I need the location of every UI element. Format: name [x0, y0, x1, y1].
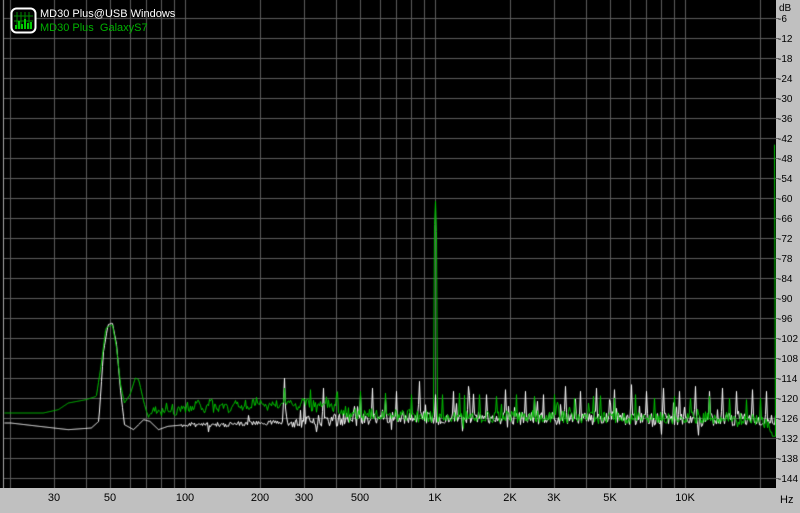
y-tick-label: -78 [778, 254, 792, 265]
x-tick-label: 1K [428, 492, 441, 504]
x-axis-unit-label: Hz [780, 494, 793, 506]
x-tick-label: 300 [295, 492, 313, 504]
y-tick-label: -6 [778, 14, 787, 25]
y-tick-label: -96 [778, 314, 792, 325]
y-tick-label: -42 [778, 134, 792, 145]
y-tick-label: -90 [778, 294, 792, 305]
y-tick-label: -120 [778, 394, 798, 405]
y-tick-label: -144 [778, 474, 798, 485]
x-tick-label: 5K [603, 492, 616, 504]
y-axis-strip: dB Hz -6 -12 -18 -24 -30 -36 -42 -48 -54 -60 -66 -7… [776, 0, 800, 513]
x-tick-label: 2K [503, 492, 516, 504]
x-tick-label: 30 [48, 492, 60, 504]
spectrum-grid-icon [10, 7, 37, 34]
y-tick-label: -84 [778, 274, 792, 285]
y-tick-label: -54 [778, 174, 792, 185]
y-tick-label: -18 [778, 54, 792, 65]
x-axis-strip: 30 50 100 200 300 500 1K 2K 3K 5K 10K [0, 488, 776, 513]
y-tick-label: -72 [778, 234, 792, 245]
x-tick-label: 50 [104, 492, 116, 504]
y-tick-label: -24 [778, 74, 792, 85]
x-tick-label: 10K [675, 492, 695, 504]
y-tick-label: -114 [778, 374, 797, 385]
x-tick-label: 200 [251, 492, 269, 504]
y-tick-label: -102 [778, 334, 798, 345]
spectrum-analyzer-window: MD30 Plus@USB Windows MD30 Plus GalaxyS7… [0, 0, 800, 513]
y-tick-label: -30 [778, 94, 792, 105]
y-tick-label: -60 [778, 194, 792, 205]
legend-series-2-label: MD30 Plus GalaxyS7 [40, 21, 175, 35]
y-tick-label: -138 [778, 454, 798, 465]
x-tick-label: 100 [176, 492, 194, 504]
x-tick-label: 500 [351, 492, 369, 504]
spectrum-plot [0, 0, 776, 488]
y-tick-label: -12 [778, 34, 792, 45]
x-tick-label: 3K [547, 492, 560, 504]
legend-series-1-label: MD30 Plus@USB Windows [40, 7, 175, 21]
y-tick-label: -66 [778, 214, 792, 225]
y-tick-label: -108 [778, 354, 798, 365]
y-tick-label: -132 [778, 434, 798, 445]
y-tick-label: -48 [778, 154, 792, 165]
y-axis-unit-label: dB [779, 3, 791, 14]
y-tick-label: -36 [778, 114, 792, 125]
y-tick-label: -126 [778, 414, 798, 425]
